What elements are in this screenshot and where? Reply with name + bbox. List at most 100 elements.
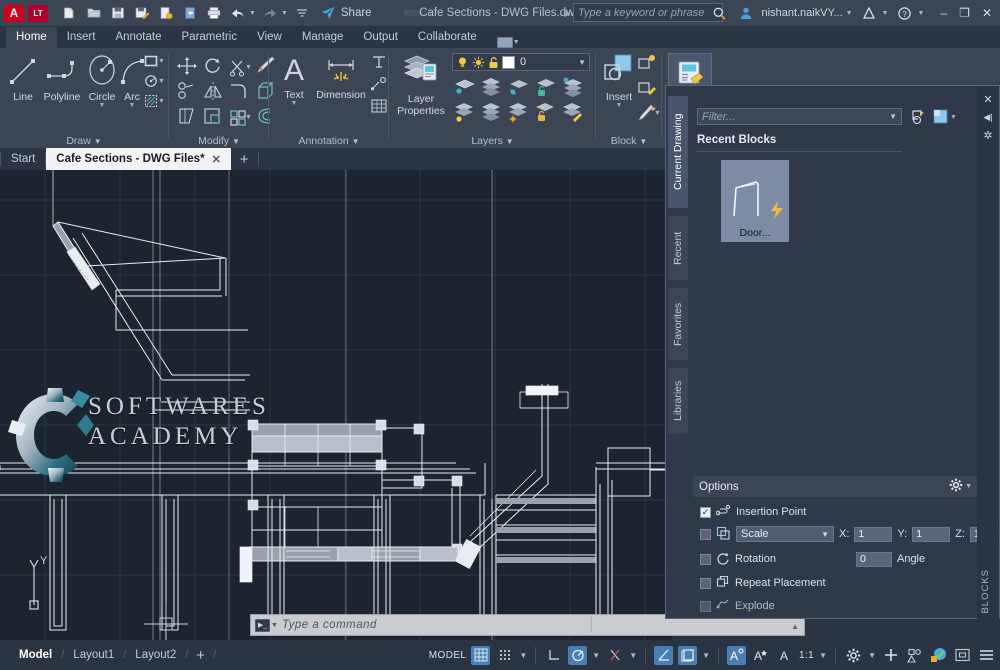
polar-tracking-toggle[interactable] (568, 646, 587, 665)
rotation-angle-input[interactable]: 0 (856, 552, 892, 567)
user-name-label[interactable]: nishant.naikVY... (762, 7, 843, 19)
save-as-icon[interactable] (132, 3, 152, 23)
edit-block-tool[interactable] (637, 79, 661, 100)
palette-tab-libraries[interactable]: Libraries (668, 368, 688, 434)
insertion-point-checkbox[interactable]: ✓ (700, 507, 711, 518)
layer-isolate-tool[interactable] (452, 76, 479, 102)
panel-title-modify[interactable]: Modify ▼ (170, 135, 268, 147)
doc-tab-cafe-sections[interactable]: Cafe Sections - DWG Files* ✕ (46, 148, 230, 170)
redo-dropdown-icon[interactable]: ▼ (281, 10, 288, 17)
layer-make-current-tool[interactable] (560, 76, 587, 102)
panel-title-layers[interactable]: Layers ▼ (390, 135, 595, 147)
scale-x-input[interactable]: 1 (854, 527, 892, 542)
save-icon[interactable] (108, 3, 128, 23)
snap-dropdown-icon[interactable]: ▼ (519, 651, 527, 660)
dimension-tool[interactable]: Dimension (312, 54, 370, 101)
leader-tool[interactable] (370, 54, 388, 73)
tab-annotate[interactable]: Annotate (105, 27, 171, 48)
layer-control-combo[interactable]: 0 ▼ (452, 53, 590, 71)
minimize-button[interactable]: – (940, 6, 947, 20)
share-button[interactable]: Share (318, 3, 372, 23)
hardware-acceleration-icon[interactable] (929, 646, 948, 665)
scale-combo[interactable]: Scale ▼ (736, 526, 834, 542)
layer-lock-tool[interactable] (533, 76, 560, 102)
annotation-visibility-toggle[interactable]: A (727, 646, 746, 665)
workspace-dropdown-icon[interactable]: ▼ (868, 651, 876, 660)
scale-checkbox[interactable] (700, 529, 711, 540)
annotation-scale-label[interactable]: 1:1 (799, 650, 814, 661)
object-snap-toggle[interactable] (605, 646, 624, 665)
snap-mode-toggle[interactable] (495, 646, 514, 665)
help-icon[interactable]: ? (895, 3, 915, 23)
define-attributes-tool[interactable]: ▼ (637, 104, 661, 122)
ellipse-dropdown-icon[interactable]: ▼ (158, 78, 165, 85)
isolate-objects-icon[interactable] (905, 646, 924, 665)
command-expand-icon[interactable]: ▲ (791, 622, 799, 631)
user-menu-dropdown-icon[interactable]: ▼ (846, 10, 853, 17)
tab-insert[interactable]: Insert (57, 27, 106, 48)
rotation-checkbox[interactable] (700, 554, 711, 565)
chevron-down-icon[interactable]: ▼ (513, 39, 520, 46)
scale-dropdown-icon[interactable]: ▼ (819, 651, 827, 660)
drawing-canvas[interactable]: Y X (0, 170, 672, 640)
annotation-scale-toggle[interactable]: A (775, 646, 794, 665)
new-icon[interactable] (60, 3, 80, 23)
plus-icon[interactable] (881, 646, 900, 665)
undo-dropdown-icon[interactable]: ▼ (249, 10, 256, 17)
layer-match-tool[interactable] (560, 102, 587, 128)
layout-tab-model[interactable]: Model (10, 649, 61, 661)
close-button[interactable]: ✕ (982, 6, 992, 20)
block-item-door[interactable]: Door... (721, 160, 789, 242)
layer-thaw-all-tool[interactable] (479, 102, 506, 128)
copy-tool[interactable] (176, 81, 200, 104)
grid-display-toggle[interactable] (471, 646, 490, 665)
chevron-down-icon[interactable]: ▼ (821, 530, 829, 539)
array-tool[interactable]: ▼ (228, 106, 252, 129)
palette-tab-recent[interactable]: Recent (668, 216, 688, 280)
palette-tab-favorites[interactable]: Favorites (668, 288, 688, 360)
mirror-tool[interactable] (202, 81, 226, 104)
stretch-tool[interactable] (176, 106, 200, 129)
insert-block-icon[interactable] (911, 109, 927, 128)
layer-unlock-tool[interactable] (533, 102, 560, 128)
doc-tab-start[interactable]: Start (1, 148, 45, 170)
undo-icon[interactable] (228, 3, 248, 23)
view-options-icon[interactable] (933, 109, 948, 127)
option-repeat-placement[interactable]: Repeat Placement (700, 574, 826, 592)
tab-manage[interactable]: Manage (292, 27, 354, 48)
app-menu-dropdown-icon[interactable]: ▼ (882, 10, 889, 17)
line-tool[interactable]: Line (4, 54, 42, 103)
scale-tool[interactable] (202, 106, 226, 129)
panel-title-draw[interactable]: Draw ▼ (0, 135, 168, 147)
sync-icon[interactable] (180, 3, 200, 23)
text-dropdown-icon[interactable]: ▼ (274, 101, 314, 107)
properties-icon[interactable]: ✲ (981, 128, 995, 142)
tab-output[interactable]: Output (353, 27, 408, 48)
option-rotation[interactable]: Rotation 0 Angle (700, 550, 925, 568)
open-icon[interactable] (84, 3, 104, 23)
gear-icon[interactable] (844, 646, 863, 665)
new-document-tab-button[interactable]: + (231, 148, 258, 170)
tab-parametric[interactable]: Parametric (172, 27, 248, 48)
search-expand-icon[interactable]: ▶ (564, 8, 571, 19)
chevron-down-icon[interactable]: ▼ (965, 483, 972, 490)
layer-freeze-tool[interactable] (479, 76, 506, 102)
close-icon[interactable]: ✕ (981, 92, 995, 106)
insert-dropdown-icon[interactable]: ▼ (599, 103, 639, 109)
chevron-down-icon[interactable]: ▼ (578, 58, 586, 67)
autocad-logo-icon[interactable]: A (4, 5, 24, 22)
ortho-mode-toggle[interactable] (544, 646, 563, 665)
ribbon-display-options[interactable]: ▼ (497, 37, 520, 48)
clean-screen-icon[interactable] (953, 646, 972, 665)
insert-block-tool[interactable]: Insert ▼ (599, 52, 639, 109)
auto-hide-icon[interactable]: ◀| (981, 110, 995, 124)
hamburger-icon[interactable] (977, 646, 996, 665)
maximize-button[interactable]: ❐ (959, 6, 970, 20)
fillet-tool[interactable] (228, 81, 252, 104)
command-dropdown-icon[interactable]: ▼ (271, 622, 278, 629)
trim-tool[interactable]: ▼ (228, 56, 252, 79)
layout-tab-layout2[interactable]: Layout2 (126, 649, 185, 661)
add-layout-button[interactable]: + (188, 647, 213, 664)
layer-off-tool[interactable] (506, 76, 533, 102)
panel-title-block[interactable]: Block ▼ (597, 135, 661, 147)
